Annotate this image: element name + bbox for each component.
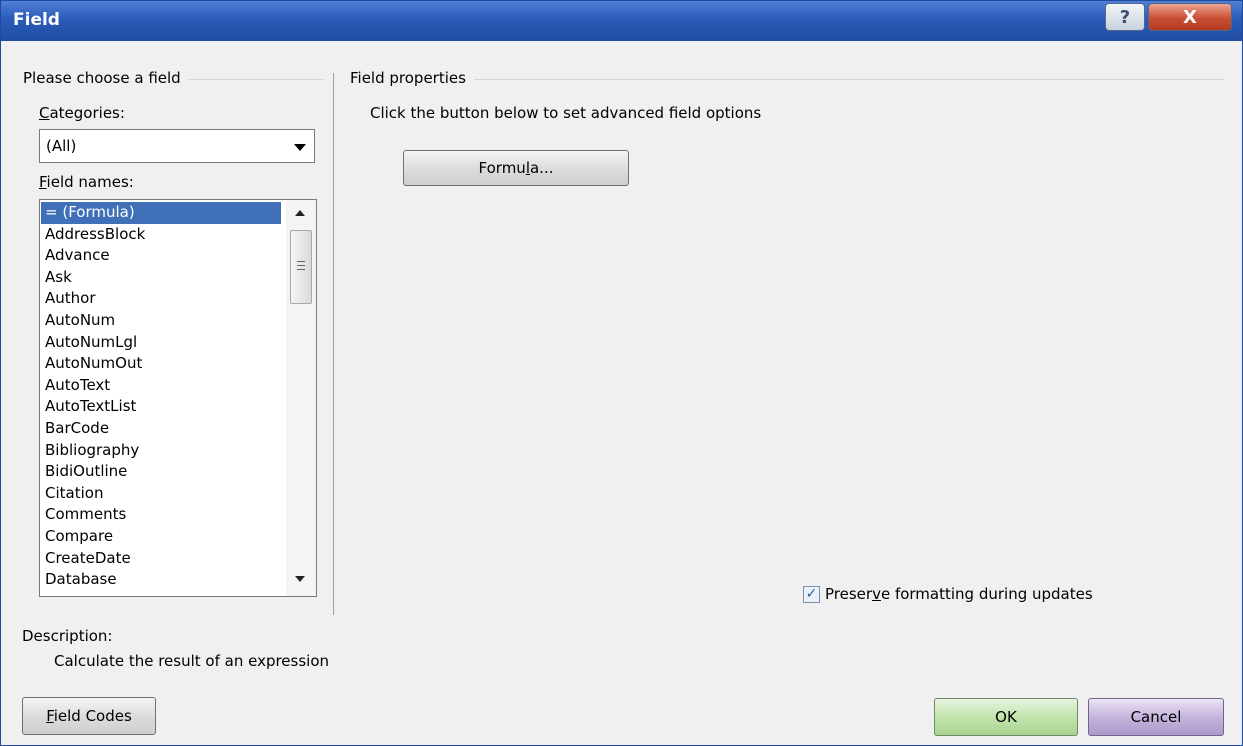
list-item[interactable]: BarCode [41, 418, 281, 440]
categories-label: Categories: [39, 104, 125, 122]
dialog-title: Field [13, 10, 60, 30]
description-label: Description: [22, 627, 113, 645]
close-icon: X [1183, 6, 1197, 28]
chevron-down-icon[interactable] [294, 144, 306, 151]
list-item[interactable]: Advance [41, 245, 281, 267]
right-group-label: Field properties [350, 69, 474, 87]
field-names-list: = (Formula) AddressBlock Advance Ask Author A… [41, 202, 281, 591]
field-names-listbox[interactable]: = (Formula) AddressBlock Advance Ask Author A… [39, 199, 317, 597]
help-icon: ? [1119, 6, 1131, 28]
help-button[interactable]: ? [1105, 3, 1145, 31]
list-item[interactable]: AddressBlock [41, 224, 281, 246]
field-dialog: Field ? X Please choose a field Categori… [0, 0, 1243, 746]
instructions-text: Click the button below to set advanced f… [370, 104, 762, 122]
description-text: Calculate the result of an expression [54, 652, 330, 670]
field-names-label: Field names: [39, 173, 134, 191]
scroll-thumb[interactable] [290, 230, 312, 304]
right-group-line [350, 79, 1224, 80]
list-item[interactable]: Database [41, 569, 281, 591]
left-group-label: Please choose a field [23, 69, 189, 87]
scroll-up-icon[interactable] [295, 210, 305, 216]
list-item[interactable]: Compare [41, 526, 281, 548]
list-item[interactable]: AutoNumLgl [41, 332, 281, 354]
list-item[interactable]: AutoTextList [41, 396, 281, 418]
listbox-scrollbar[interactable] [286, 200, 316, 596]
ok-button[interactable]: OK [934, 698, 1078, 736]
field-codes-button[interactable]: Field Codes [22, 697, 156, 735]
list-item[interactable]: Bibliography [41, 440, 281, 462]
list-item[interactable]: AutoText [41, 375, 281, 397]
preserve-formatting-option[interactable]: ✓ Preserve formatting during updates [803, 585, 1093, 603]
list-item[interactable]: Ask [41, 267, 281, 289]
title-bar[interactable]: Field ? X [1, 1, 1242, 41]
categories-value: (All) [46, 137, 77, 155]
list-item[interactable]: Citation [41, 483, 281, 505]
cancel-button[interactable]: Cancel [1088, 698, 1224, 736]
list-item[interactable]: AutoNum [41, 310, 281, 332]
preserve-formatting-checkbox[interactable]: ✓ [803, 585, 820, 603]
list-item[interactable]: AutoNumOut [41, 353, 281, 375]
scroll-down-icon[interactable] [295, 576, 305, 582]
list-item[interactable]: BidiOutline [41, 461, 281, 483]
list-item[interactable]: Comments [41, 504, 281, 526]
list-item[interactable]: CreateDate [41, 548, 281, 570]
checkmark-icon: ✓ [805, 586, 818, 602]
preserve-formatting-label[interactable]: Preserve formatting during updates [825, 585, 1093, 603]
list-item[interactable]: Author [41, 288, 281, 310]
grip-line [297, 261, 305, 262]
close-button[interactable]: X [1148, 3, 1232, 31]
grip-line [297, 265, 305, 266]
formula-button[interactable]: Formula... [403, 150, 629, 186]
categories-combobox[interactable]: (All) [39, 129, 315, 163]
group-separator [333, 73, 334, 615]
list-item[interactable]: = (Formula) [41, 202, 281, 224]
grip-line [297, 269, 305, 270]
